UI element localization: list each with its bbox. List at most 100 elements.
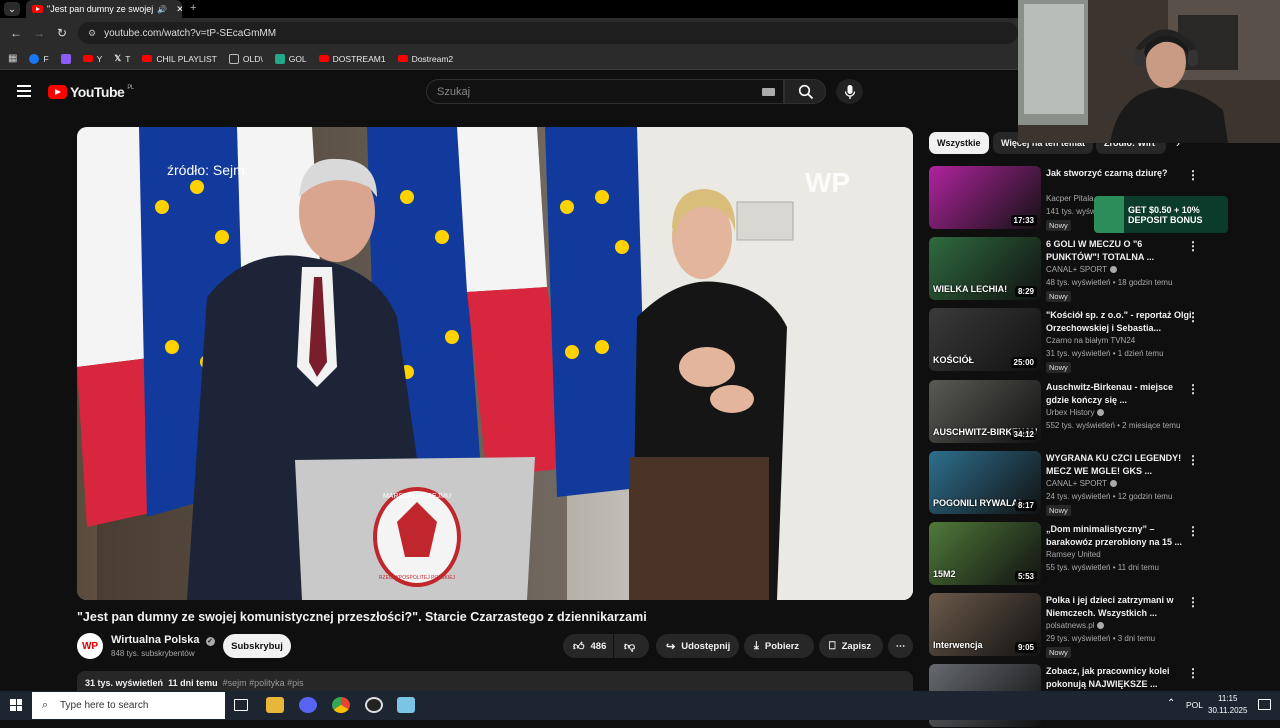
recommendation-item[interactable]: WIELKA LECHIA! 8:29 6 GOLI W MECZU O "6 PU… [929,237,1229,302]
recommendation-meta: 552 tys. wyświetleń • 2 miesiące temu [1046,421,1181,430]
clock-date[interactable]: 30.11.2025 [1208,706,1247,715]
language-indicator[interactable]: POL [1186,700,1203,710]
tab-title: "Jest pan dumny ze swojej [47,4,154,14]
wp-watermark: WP [805,167,850,198]
folder-icon [228,53,239,64]
forward-icon[interactable]: → [33,26,45,40]
recommendation-title[interactable]: Polka i jej dzieci zatrzymani w Niemczec… [1046,594,1194,620]
recommendation-channel[interactable]: CANAL+ SPORT [1046,265,1117,274]
recommendation-title[interactable]: Auschwitz-Birkenau - miejsce gdzie kończ… [1046,381,1194,407]
more-vert-icon[interactable]: ⋮ [1187,310,1199,324]
video-thumbnail[interactable]: POGONILI RYWALA! 8:17 [929,451,1041,514]
thumbnail-caption: 15M2 [933,569,956,579]
tab-close-icon[interactable]: ✕ [171,4,182,15]
bookmark-f[interactable]: F [29,53,49,64]
youtube-logo[interactable]: YouTube PL [48,84,134,100]
new-tab-button[interactable]: + [190,2,196,14]
recommendation-title[interactable]: 6 GOLI W MECZU O "6 PUNKTÓW"! TOTALNA ..… [1046,238,1194,264]
recommendation-title[interactable]: „Dom minimalistyczny” – barakowóz przero… [1046,523,1194,549]
video-player[interactable]: MARSZAŁEK SEJMU RZECZYPOSPOLITEJ POLSKIE… [77,127,913,600]
view-count: 31 tys. wyświetleń [85,678,164,688]
share-button[interactable]: ↪ Udostępnij [656,634,739,658]
recommendation-meta: 55 tys. wyświetleń • 11 dni temu [1046,563,1159,572]
recommendation-item[interactable]: KOŚCIÓŁ 25:00 "Kościół sp. z o.o." - repor… [929,308,1229,373]
more-vert-icon[interactable]: ⋮ [1187,666,1199,680]
menu-icon[interactable] [17,85,31,97]
bookmark-y[interactable]: Y [82,54,102,64]
more-vert-icon[interactable]: ⋮ [1187,453,1199,467]
video-thumbnail[interactable]: WIELKA LECHIA! 8:29 [929,237,1041,300]
ad-banner[interactable]: GET $0.50 + 10% DEPOSIT BONUS [1094,196,1228,233]
more-actions-button[interactable]: ⋯ [888,634,913,658]
recommendation-title[interactable]: Jak stworzyć czarną dziurę? [1046,167,1194,180]
recommendation-title[interactable]: Zobacz, jak pracownicy kolei pokonują NA… [1046,665,1194,691]
discord-icon[interactable] [299,697,317,713]
recommendation-title[interactable]: WYGRANA KU CZCI LEGENDY! MECZ WE MGLE! G… [1046,452,1194,478]
notifications-icon[interactable] [1258,699,1271,710]
browser-tab[interactable]: "Jest pan dumny ze swojej 🔊 ✕ [26,0,182,18]
reload-icon[interactable]: ↻ [57,26,67,40]
address-bar[interactable]: ⚙ youtube.com/watch?v=tP-SEcaGmMM [78,22,1018,44]
site-info-icon[interactable]: ⚙ [88,28,96,39]
recommendation-item[interactable]: 15M2 5:53 „Dom minimalistyczny” – barakowó… [929,522,1229,586]
windows-start-icon[interactable] [10,699,22,711]
bookmark-gol[interactable]: GOL [274,53,307,64]
duration-badge: 34:12 [1010,429,1037,440]
keyboard-icon[interactable] [762,88,775,96]
voice-search-button[interactable] [836,79,863,104]
search-icon [798,84,814,100]
url-text: youtube.com/watch?v=tP-SEcaGmMM [104,27,277,39]
taskbar-search-input[interactable]: ⌕ Type here to search [32,692,225,719]
recommendation-channel[interactable]: Czarno na białym TVN24 [1046,336,1135,345]
bookmark-t[interactable]: 𝕏T [114,53,130,64]
logo-region: PL [127,85,134,91]
search-input[interactable]: Szukaj [426,79,784,104]
channel-name[interactable]: Wirtualna Polska ✓ [111,634,215,646]
like-button[interactable]: 👍︎ 486 [563,634,613,658]
chrome-icon[interactable] [332,697,350,713]
bookmark-dostream2[interactable]: Dostream2 [397,54,453,64]
notepad-icon[interactable] [397,697,415,713]
subscribe-button[interactable]: Subskrybuj [223,634,291,658]
obs-icon[interactable] [365,697,383,713]
channel-avatar[interactable]: WP [77,633,103,659]
more-vert-icon[interactable]: ⋮ [1187,595,1199,609]
recommendation-title[interactable]: "Kościół sp. z o.o." - reportaż Olgi Orz… [1046,309,1194,335]
clock-time[interactable]: 11:15 [1218,694,1237,703]
recommendation-item[interactable]: AUSCHWITZ-BIRKENAU 34:12 Auschwitz-Birkena… [929,380,1229,444]
recommendation-channel[interactable]: Kacper Pitala [1046,194,1094,203]
recommendation-item[interactable]: Interwencja 9:05 Polka i jej dzieci zatrzy… [929,593,1229,658]
dislike-button[interactable]: 👎︎ [614,634,649,658]
more-vert-icon[interactable]: ⋮ [1187,382,1199,396]
save-button[interactable]: ⎕ Zapisz [819,634,883,658]
bookmark-old-folder[interactable]: OLD\ [228,53,263,64]
tab-search-button[interactable]: ⌄ [4,2,20,16]
more-vert-icon[interactable]: ⋮ [1187,524,1199,538]
recommendation-channel[interactable]: Urbex History [1046,408,1105,417]
bookmark-chil-playlist[interactable]: CHIL PLAYLIST [142,54,217,64]
video-thumbnail[interactable]: KOŚCIÓŁ 25:00 [929,308,1041,371]
recommendation-channel[interactable]: CANAL+ SPORT [1046,479,1117,488]
bookmark-twitch[interactable] [60,53,71,64]
file-explorer-icon[interactable] [266,697,284,713]
video-thumbnail[interactable]: Interwencja 9:05 [929,593,1041,656]
video-thumbnail[interactable]: AUSCHWITZ-BIRKENAU 34:12 [929,380,1041,443]
task-view-icon[interactable] [234,699,248,711]
recommendation-item[interactable]: POGONILI RYWALA! 8:17 WYGRANA KU CZCI LEGE… [929,451,1229,516]
recommendation-channel[interactable]: polsatnews.pl [1046,621,1105,630]
bookmark-dostream1[interactable]: DOSTREAM1 [318,54,386,64]
back-icon[interactable]: ← [10,26,22,40]
duration-badge: 9:05 [1014,642,1037,653]
hashtags[interactable]: #sejm #polityka #pis [223,678,304,688]
tray-chevron-icon[interactable]: ⌃ [1167,698,1175,709]
recommendation-channel[interactable]: Ramsey United [1046,550,1101,559]
more-vert-icon[interactable]: ⋮ [1187,239,1199,253]
video-thumbnail[interactable]: 17:33 [929,166,1041,229]
search-button[interactable] [784,79,826,104]
video-thumbnail[interactable]: 15M2 5:53 [929,522,1041,585]
apps-grid-icon[interactable]: ▦ [8,53,17,64]
x-icon: 𝕏 [114,53,122,63]
more-vert-icon[interactable]: ⋮ [1187,168,1199,182]
download-button[interactable]: ⤓ Pobierz [744,634,814,658]
chip-all[interactable]: Wszystkie [929,132,989,154]
